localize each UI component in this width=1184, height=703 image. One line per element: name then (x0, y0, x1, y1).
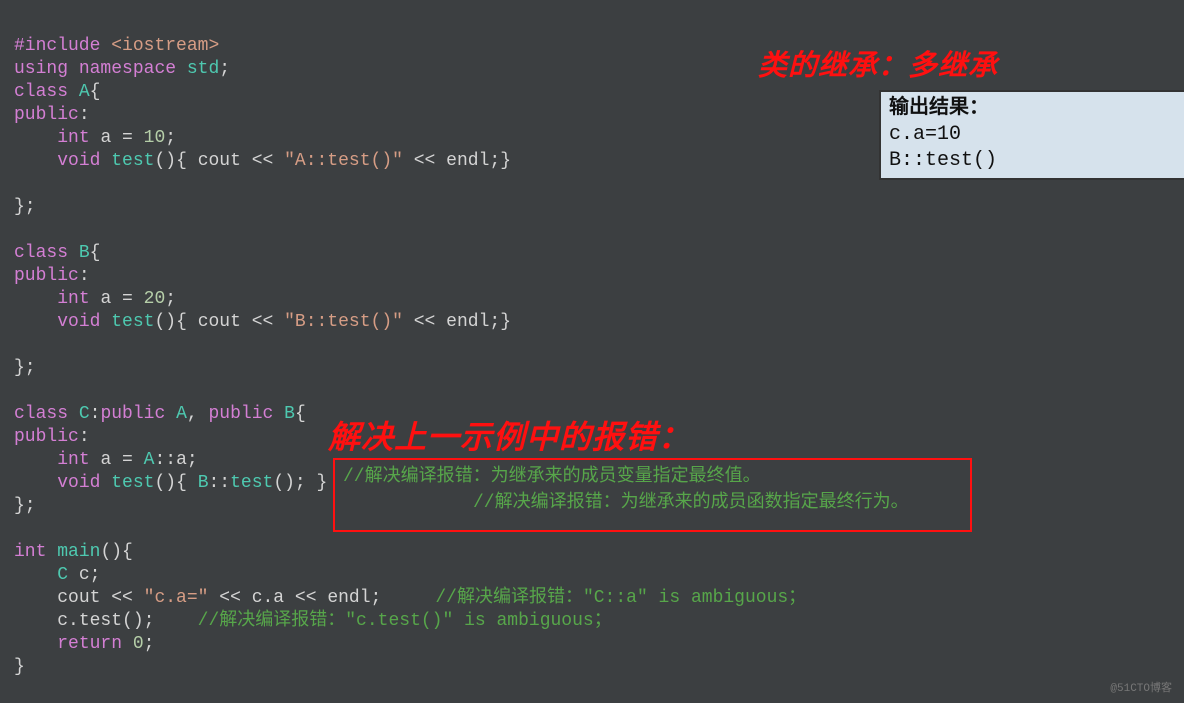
kw-using: using (14, 59, 68, 79)
output-line: B::test() (889, 148, 1184, 174)
num-20: 20 (144, 289, 166, 309)
id-std: std (187, 59, 219, 79)
output-line: c.a=10 (889, 122, 1184, 148)
kw-class: class (14, 243, 68, 263)
output-header: 输出结果： (889, 96, 1184, 122)
scope-b: B (198, 473, 209, 493)
class-b: B (79, 243, 90, 263)
class-a-ref: A (176, 404, 187, 424)
str-ca: "c.a=" (144, 588, 209, 608)
kw-public: public (14, 105, 79, 125)
kw-return: return (57, 634, 122, 654)
kw-int: int (57, 128, 89, 148)
comment-ca: //解决编译报错："C::a" is ambiguous； (435, 588, 806, 608)
str-btest: "B::test()" (284, 312, 403, 332)
annotation-title-mid: 解决上一示例中的报错： (328, 412, 691, 458)
kw-int: int (57, 289, 89, 309)
id-endl: endl (446, 151, 489, 171)
comment-ctest: //解决编译报错："c.test()" is ambiguous； (198, 611, 612, 631)
fn-test: test (111, 312, 154, 332)
watermark: @51CTO博客 (1110, 679, 1172, 695)
kw-public: public (209, 404, 274, 424)
kw-class: class (14, 82, 68, 102)
annotation-title-top: 类的继承：多继承 (758, 42, 998, 84)
kw-class: class (14, 404, 68, 424)
var-a-ref: a (176, 450, 187, 470)
kw-void: void (57, 312, 100, 332)
expr-ca: c.a (252, 588, 284, 608)
var-a: a (100, 450, 111, 470)
kw-int: int (14, 542, 46, 562)
var-a: a (100, 289, 111, 309)
class-b-ref: B (284, 404, 295, 424)
redbox-line2: //解决编译报错：为继承来的成员函数指定最终行为。 (343, 490, 962, 516)
fn-test: test (111, 151, 154, 171)
num-0: 0 (133, 634, 144, 654)
type-c: C (57, 565, 68, 585)
fn-main: main (57, 542, 100, 562)
id-endl: endl (327, 588, 370, 608)
fn-test: test (111, 473, 154, 493)
var-a: a (100, 128, 111, 148)
id-endl: endl (446, 312, 489, 332)
kw-public: public (14, 266, 79, 286)
annotation-red-box: //解决编译报错：为继承来的成员变量指定最终值。 //解决编译报错：为继承来的成… (333, 458, 972, 532)
class-c: C (79, 404, 90, 424)
kw-namespace: namespace (79, 59, 176, 79)
id-cout: cout (57, 588, 100, 608)
kw-int: int (57, 450, 89, 470)
str-atest: "A::test()" (284, 151, 403, 171)
kw-public: public (100, 404, 165, 424)
num-10: 10 (144, 128, 166, 148)
scope-a: A (144, 450, 155, 470)
redbox-line1: //解决编译报错：为继承来的成员变量指定最终值。 (343, 464, 962, 490)
kw-void: void (57, 151, 100, 171)
call-ctest: c.test (57, 611, 122, 631)
output-result-box: 输出结果： c.a=10 B::test() (879, 90, 1184, 180)
kw-void: void (57, 473, 100, 493)
class-a: A (79, 82, 90, 102)
id-cout: cout (198, 312, 241, 332)
header-iostream: <iostream> (111, 36, 219, 56)
id-cout: cout (198, 151, 241, 171)
fn-test-ref: test (230, 473, 273, 493)
kw-include: #include (14, 36, 100, 56)
kw-public: public (14, 427, 79, 447)
